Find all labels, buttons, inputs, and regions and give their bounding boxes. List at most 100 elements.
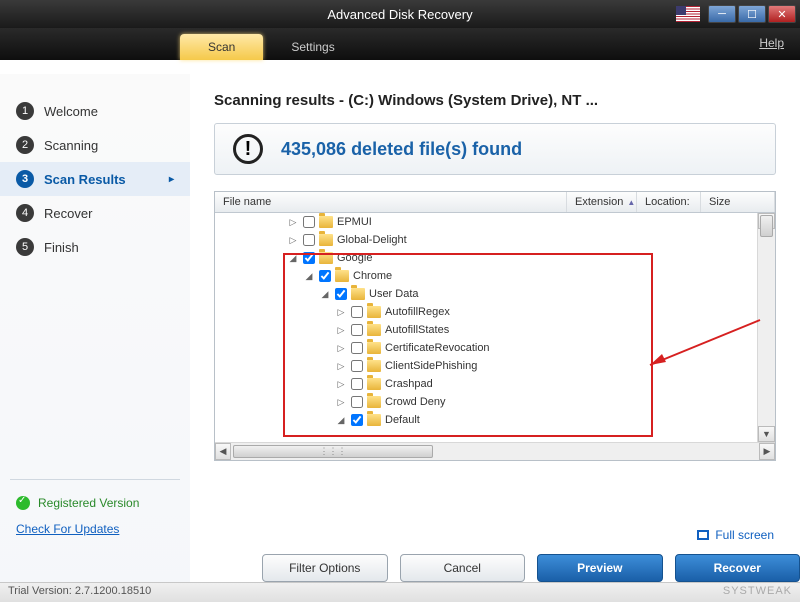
tree-label: Chrome	[353, 270, 392, 282]
tree-row[interactable]: ▷AutofillStates	[215, 321, 775, 339]
expander-icon[interactable]: ▷	[287, 217, 299, 228]
tree-label: CertificateRevocation	[385, 342, 490, 354]
expander-icon[interactable]: ▷	[335, 361, 347, 372]
results-tree: File name Extension▲ Location: Size ▷ EPM…	[214, 191, 776, 461]
sidebar-item-welcome[interactable]: 1Welcome	[0, 94, 190, 128]
tree-row[interactable]: ▷ CertificateRevocation	[215, 339, 775, 357]
folder-icon	[367, 396, 381, 408]
tree-checkbox[interactable]	[351, 414, 363, 426]
folder-icon	[367, 342, 381, 354]
tab-settings[interactable]: Settings	[263, 34, 362, 60]
title-bar: Advanced Disk Recovery ─ ☐ ✕	[0, 0, 800, 28]
cancel-button[interactable]: Cancel	[400, 554, 526, 582]
registered-status: Registered Version	[0, 490, 190, 516]
folder-icon	[367, 360, 381, 372]
folder-icon	[367, 324, 381, 336]
tree-row[interactable]: ▷ Global-Delight	[215, 231, 775, 249]
tree-checkbox[interactable]	[303, 216, 315, 228]
tree-label: Crashpad	[385, 378, 433, 390]
scroll-down-icon[interactable]: ▼	[758, 426, 775, 442]
summary-box: ! 435,086 deleted file(s) found	[214, 123, 776, 175]
folder-icon	[367, 378, 381, 390]
flag-icon[interactable]	[676, 6, 700, 22]
tree-label: Google	[337, 252, 372, 264]
expander-icon[interactable]: ▷	[335, 397, 347, 408]
vertical-scrollbar[interactable]: ▲ ▼	[757, 213, 775, 442]
expander-icon[interactable]: ◢	[319, 289, 331, 300]
expander-icon[interactable]: ▷	[335, 343, 347, 354]
tree-label: Default	[385, 414, 420, 426]
tree-row[interactable]: ◢ Google	[215, 249, 775, 267]
scroll-right-icon[interactable]: ▶	[759, 443, 775, 460]
footer-buttons: Filter Options Cancel Preview Recover	[190, 554, 800, 582]
banner-strip	[0, 60, 800, 74]
tree-row[interactable]: ▷Crowd Deny	[215, 393, 775, 411]
tree-checkbox[interactable]	[351, 396, 363, 408]
columns-header: File name Extension▲ Location: Size	[215, 192, 775, 213]
tree-row[interactable]: ▷ ClientSidePhishing	[215, 357, 775, 375]
tree-checkbox[interactable]	[351, 306, 363, 318]
col-extension[interactable]: Extension▲	[567, 192, 637, 212]
tree-checkbox[interactable]	[351, 342, 363, 354]
col-location[interactable]: Location:	[637, 192, 701, 212]
tree-row[interactable]: ▷ Crashpad	[215, 375, 775, 393]
maximize-button[interactable]: ☐	[738, 5, 766, 23]
tree-checkbox[interactable]	[303, 252, 315, 264]
folder-icon	[367, 306, 381, 318]
recover-button[interactable]: Recover	[675, 554, 800, 582]
chevron-right-icon: ▸	[169, 174, 174, 185]
summary-text: 435,086 deleted file(s) found	[281, 139, 522, 160]
tree-row[interactable]: ▷AutofillRegex	[215, 303, 775, 321]
status-bar: Trial Version: 2.7.1200.18510 SYSTWEAK	[0, 582, 800, 602]
sidebar-item-label: Finish	[44, 240, 79, 255]
expander-icon[interactable]: ▷	[335, 379, 347, 390]
preview-button[interactable]: Preview	[537, 554, 663, 582]
sidebar-item-recover[interactable]: 4Recover	[0, 196, 190, 230]
scroll-left-icon[interactable]: ◀	[215, 443, 231, 460]
scroll-thumb[interactable]	[760, 215, 773, 237]
close-button[interactable]: ✕	[768, 5, 796, 23]
sidebar-item-label: Scanning	[44, 138, 98, 153]
expander-icon[interactable]: ◢	[303, 271, 315, 282]
expander-icon[interactable]: ▷	[335, 325, 347, 336]
filter-options-button[interactable]: Filter Options	[262, 554, 388, 582]
tree-checkbox[interactable]	[335, 288, 347, 300]
check-updates-link[interactable]: Check For Updates	[0, 516, 190, 542]
expander-icon[interactable]: ◢	[335, 415, 347, 426]
results-heading: Scanning results - (C:) Windows (System …	[214, 92, 776, 109]
version-text: Trial Version: 2.7.1200.18510	[8, 585, 151, 600]
tab-scan[interactable]: Scan	[180, 34, 263, 60]
help-link[interactable]: Help	[759, 36, 784, 50]
tree-row[interactable]: ◢ Chrome	[215, 267, 775, 285]
fullscreen-link[interactable]: Full screen	[697, 528, 774, 542]
horizontal-scrollbar[interactable]: ◀ ⋮⋮⋮ ▶	[215, 442, 775, 460]
tree-label: User Data	[369, 288, 419, 300]
tree-label: EPMUI	[337, 216, 372, 228]
tree-row[interactable]: ◢ Default	[215, 411, 775, 429]
col-filename[interactable]: File name	[215, 192, 567, 212]
tree-checkbox[interactable]	[351, 360, 363, 372]
menu-bar: Scan Settings Help	[0, 28, 800, 60]
expander-icon[interactable]: ◢	[287, 253, 299, 264]
tree-row[interactable]: ▷ EPMUI	[215, 213, 775, 231]
expander-icon[interactable]: ▷	[287, 235, 299, 246]
sidebar-item-label: Welcome	[44, 104, 98, 119]
tree-label: Global-Delight	[337, 234, 407, 246]
tree-label: ClientSidePhishing	[385, 360, 477, 372]
sidebar-item-scanning[interactable]: 2Scanning	[0, 128, 190, 162]
sidebar-item-scan-results[interactable]: 3Scan Results▸	[0, 162, 190, 196]
tree-row[interactable]: ◢ User Data	[215, 285, 775, 303]
check-icon	[16, 496, 30, 510]
col-size[interactable]: Size	[701, 192, 775, 212]
expander-icon[interactable]: ▷	[335, 307, 347, 318]
sidebar-item-finish[interactable]: 5Finish	[0, 230, 190, 264]
sort-asc-icon: ▲	[627, 198, 635, 207]
folder-icon	[351, 288, 365, 300]
scroll-thumb-h[interactable]: ⋮⋮⋮	[233, 445, 433, 458]
sidebar: 1Welcome 2Scanning 3Scan Results▸ 4Recov…	[0, 74, 190, 602]
tree-checkbox[interactable]	[351, 324, 363, 336]
minimize-button[interactable]: ─	[708, 5, 736, 23]
tree-checkbox[interactable]	[351, 378, 363, 390]
tree-checkbox[interactable]	[303, 234, 315, 246]
tree-checkbox[interactable]	[319, 270, 331, 282]
